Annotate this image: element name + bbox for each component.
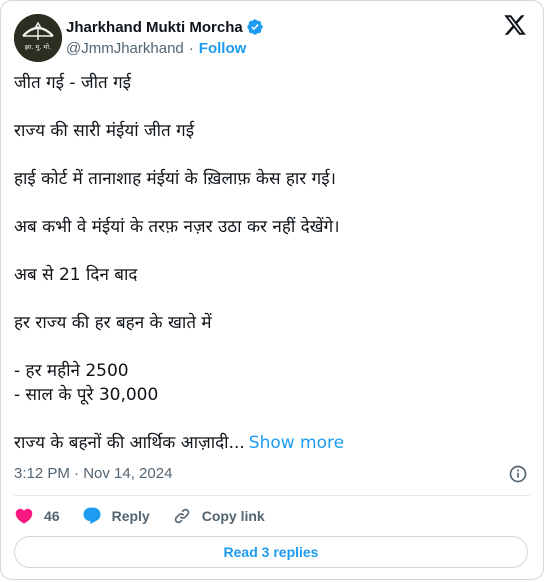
author-name[interactable]: Jharkhand Mukti Morcha: [66, 19, 243, 36]
info-icon[interactable]: [508, 464, 528, 484]
tweet-paragraph: हाई कोर्ट में तानाशाह मंईयां के ख़िलाफ़ …: [14, 169, 336, 189]
tweet-truncated-text: राज्य के बहनों की आर्थिक आज़ादी...: [14, 433, 245, 453]
read-replies-button[interactable]: Read 3 replies: [14, 536, 528, 568]
tweet-paragraph: राज्य की सारी मंईयां जीत गई: [14, 121, 195, 141]
avatar[interactable]: झा. मु. मो.: [14, 14, 62, 62]
avatar-text: झा. मु. मो.: [25, 43, 51, 51]
tweet-text: जीत गई - जीत गई राज्य की सारी मंईयां जीत…: [14, 71, 534, 455]
link-icon: [174, 508, 189, 524]
heart-icon: [15, 508, 33, 524]
show-more-link[interactable]: Show more: [249, 433, 344, 453]
author-handle[interactable]: @JmmJharkhand: [66, 40, 184, 57]
tweet-paragraph: जीत गई - जीत गई: [14, 73, 131, 93]
separator-dot: ·: [188, 39, 194, 57]
tweet-paragraph: अब से 21 दिन बाद: [14, 265, 138, 285]
timestamp[interactable]: 3:12 PM · Nov 14, 2024: [14, 465, 172, 482]
tweet-paragraph: हर राज्य की हर बहन के खाते में: [14, 313, 212, 333]
reply-label: Reply: [111, 508, 150, 524]
tweet-last-line: राज्य के बहनों की आर्थिक आज़ादी... Show m…: [14, 431, 534, 455]
tweet-paragraph: - साल के पूरे 30,000: [14, 385, 159, 405]
action-bar: 46 Reply Copy link: [14, 504, 287, 528]
divider: [14, 495, 530, 496]
like-button[interactable]: 46: [14, 506, 60, 526]
reply-button[interactable]: Reply: [82, 506, 150, 526]
tweet-paragraph: अब कभी वे मंईयां के तरफ़ नज़र उठा कर नही…: [14, 217, 340, 237]
reply-bubble-icon: [83, 507, 101, 525]
jmm-logo-icon: झा. मु. मो.: [14, 14, 62, 62]
follow-button[interactable]: Follow: [199, 40, 247, 57]
copy-link-label: Copy link: [201, 508, 265, 524]
x-logo-icon[interactable]: [503, 13, 527, 37]
tweet-card: झा. मु. मो. Jharkhand Mukti Morcha @JmmJ…: [0, 0, 544, 580]
tweet-paragraph: - हर महीने 2500: [14, 361, 129, 381]
author-handle-line: @JmmJharkhand · Follow: [66, 39, 246, 57]
verified-badge-icon: [247, 19, 263, 35]
copy-link-button[interactable]: Copy link: [172, 506, 265, 526]
author-name-line: Jharkhand Mukti Morcha: [66, 17, 264, 37]
like-count: 46: [44, 508, 60, 524]
